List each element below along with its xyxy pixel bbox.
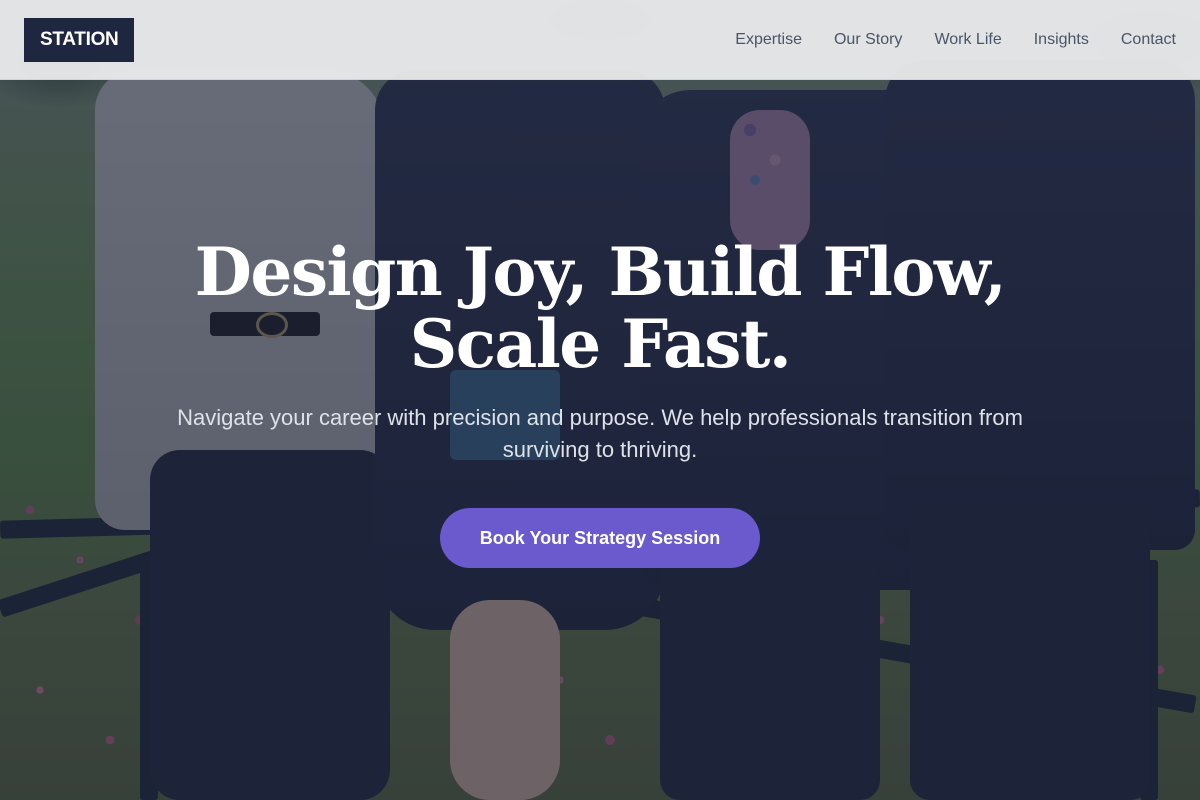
hero-headline: Design Joy, Build Flow, Scale Fast. [194,233,1007,383]
book-strategy-session-button[interactable]: Book Your Strategy Session [440,508,760,568]
hero-content: Design Joy, Build Flow, Scale Fast. Navi… [0,0,1200,800]
hero-subheadline: Navigate your career with precision and … [177,405,1023,462]
